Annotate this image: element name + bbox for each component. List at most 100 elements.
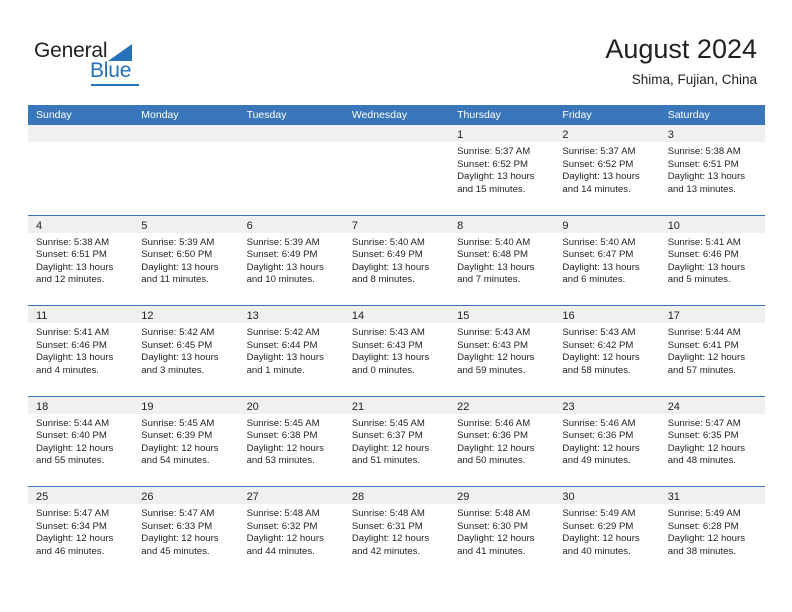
sunrise-text: Sunrise: 5:39 AM (246, 236, 320, 248)
daylight-text-line1: Daylight: 13 hours (562, 171, 640, 183)
day-number-band: 30 (554, 487, 660, 504)
calendar-day-cell[interactable]: 6 Sunrise: 5:39 AM Sunset: 6:49 PM Daylight… (238, 215, 344, 306)
calendar-day-cell[interactable]: 12 Sunrise: 5:42 AM Sunset: 6:45 PM Dayligh… (133, 306, 239, 396)
sunset-text: Sunset: 6:49 PM (351, 249, 423, 261)
daylight-text-line1: Daylight: 12 hours (36, 442, 114, 454)
calendar-day-cell[interactable]: 9 Sunrise: 5:40 AM Sunset: 6:47 PM Daylight… (554, 215, 660, 306)
calendar-day-cell[interactable]: 14 Sunrise: 5:43 AM Sunset: 6:43 PM Dayligh… (343, 306, 450, 396)
calendar-day-cell[interactable]: 16 Sunrise: 5:43 AM Sunset: 6:42 PM Dayligh… (554, 306, 660, 396)
calendar-day-cell[interactable]: 4 Sunrise: 5:38 AM Sunset: 6:51 PM Daylight… (28, 215, 134, 306)
calendar-week-row: 25 Sunrise: 5:47 AM Sunset: 6:34 PM Dayligh… (28, 486, 765, 577)
day-number: 29 (457, 491, 470, 503)
sunrise-text: Sunrise: 5:39 AM (141, 236, 215, 248)
day-number: 26 (141, 491, 154, 503)
weekday-saturday: Saturday (667, 109, 710, 121)
sunset-text: Sunset: 6:48 PM (457, 249, 529, 261)
calendar-day-cell[interactable]: 20 Sunrise: 5:45 AM Sunset: 6:38 PM Dayligh… (238, 396, 344, 487)
daylight-text-line2: and 10 minutes. (246, 274, 315, 286)
daylight-text-line2: and 55 minutes. (36, 455, 105, 467)
sunrise-text: Sunrise: 5:40 AM (351, 236, 425, 248)
day-sun-info: Sunrise: 5:49 AM Sunset: 6:29 PM Daylight:… (554, 504, 659, 558)
day-number-band: 24 (659, 396, 765, 414)
daylight-text-line1: Daylight: 12 hours (457, 533, 535, 545)
calendar-day-empty (238, 125, 344, 215)
day-number-band: 8 (449, 215, 555, 233)
day-number-band: 17 (659, 306, 765, 323)
sunrise-text: Sunrise: 5:44 AM (667, 327, 741, 338)
day-number: 31 (667, 491, 680, 503)
daylight-text-line2: and 11 minutes. (141, 274, 209, 286)
day-number: 16 (562, 310, 575, 322)
calendar-week-row: 1 Sunrise: 5:37 AM Sunset: 6:52 PM Daylight… (28, 125, 765, 215)
daylight-text-line1: Daylight: 13 hours (351, 352, 430, 364)
location-subtitle: Shima, Fujian, China (631, 72, 757, 87)
calendar-day-cell[interactable]: 18 Sunrise: 5:44 AM Sunset: 6:40 PM Dayligh… (28, 396, 134, 487)
calendar-day-cell[interactable]: 23 Sunrise: 5:46 AM Sunset: 6:36 PM Dayligh… (554, 396, 660, 487)
calendar-day-cell[interactable]: 1 Sunrise: 5:37 AM Sunset: 6:52 PM Daylight… (449, 125, 555, 215)
sunrise-text: Sunrise: 5:40 AM (457, 236, 531, 248)
day-number-band (343, 125, 450, 142)
calendar-day-cell[interactable]: 24 Sunrise: 5:47 AM Sunset: 6:35 PM Dayligh… (659, 396, 765, 487)
day-sun-info: Sunrise: 5:37 AM Sunset: 6:52 PM Daylight:… (554, 142, 659, 196)
sunset-text: Sunset: 6:42 PM (562, 339, 634, 351)
sunset-text: Sunset: 6:40 PM (36, 430, 107, 442)
calendar-day-empty (343, 125, 450, 215)
day-number-band: 7 (343, 215, 450, 233)
day-number: 8 (457, 219, 464, 232)
calendar-day-cell[interactable]: 25 Sunrise: 5:47 AM Sunset: 6:34 PM Dayligh… (28, 487, 134, 577)
daylight-text-line2: and 44 minutes. (246, 545, 315, 557)
daylight-text-line1: Daylight: 12 hours (562, 442, 640, 454)
day-number-band: 16 (554, 306, 660, 323)
calendar-day-cell[interactable]: 17 Sunrise: 5:44 AM Sunset: 6:41 PM Dayligh… (659, 306, 765, 396)
calendar-day-cell[interactable]: 15 Sunrise: 5:43 AM Sunset: 6:43 PM Dayligh… (449, 306, 555, 396)
weekday-monday: Monday (141, 109, 179, 121)
calendar-day-cell[interactable]: 2 Sunrise: 5:37 AM Sunset: 6:52 PM Daylight… (554, 125, 660, 215)
sunset-text: Sunset: 6:34 PM (36, 520, 107, 532)
sunrise-text: Sunrise: 5:48 AM (457, 508, 531, 519)
daylight-text-line2: and 51 minutes. (351, 455, 421, 467)
daylight-text-line2: and 42 minutes. (351, 545, 421, 557)
sunset-text: Sunset: 6:41 PM (667, 339, 739, 351)
calendar-day-cell[interactable]: 13 Sunrise: 5:42 AM Sunset: 6:44 PM Dayligh… (238, 306, 344, 396)
calendar-day-cell[interactable]: 21 Sunrise: 5:45 AM Sunset: 6:37 PM Dayligh… (343, 396, 450, 487)
calendar-day-cell[interactable]: 5 Sunrise: 5:39 AM Sunset: 6:50 PM Daylight… (133, 215, 239, 306)
calendar-week-row: 11 Sunrise: 5:41 AM Sunset: 6:46 PM Dayligh… (28, 305, 765, 396)
calendar-day-cell[interactable]: 30 Sunrise: 5:49 AM Sunset: 6:29 PM Dayligh… (554, 487, 660, 577)
sunset-text: Sunset: 6:36 PM (457, 430, 529, 442)
day-number-band: 23 (554, 396, 660, 414)
calendar-day-cell[interactable]: 19 Sunrise: 5:45 AM Sunset: 6:39 PM Dayligh… (133, 396, 239, 487)
sunrise-text: Sunrise: 5:48 AM (246, 508, 320, 519)
calendar-day-cell[interactable]: 31 Sunrise: 5:49 AM Sunset: 6:28 PM Dayligh… (659, 487, 765, 577)
calendar-day-cell[interactable]: 29 Sunrise: 5:48 AM Sunset: 6:30 PM Dayligh… (449, 487, 555, 577)
calendar-day-cell[interactable]: 10 Sunrise: 5:41 AM Sunset: 6:46 PM Dayligh… (659, 215, 765, 306)
day-sun-info: Sunrise: 5:45 AM Sunset: 6:39 PM Daylight:… (133, 414, 238, 468)
sunset-text: Sunset: 6:39 PM (141, 430, 213, 442)
daylight-text-line2: and 4 minutes. (36, 364, 99, 376)
day-number-band (238, 125, 344, 142)
day-sun-info: Sunrise: 5:48 AM Sunset: 6:30 PM Daylight:… (449, 504, 554, 558)
day-number-band: 21 (343, 396, 450, 414)
sunset-text: Sunset: 6:32 PM (246, 520, 318, 532)
daylight-text-line2: and 14 minutes. (562, 183, 631, 195)
calendar-day-cell[interactable]: 28 Sunrise: 5:48 AM Sunset: 6:31 PM Dayligh… (343, 487, 450, 577)
daylight-text-line2: and 54 minutes. (141, 455, 210, 467)
calendar-day-cell[interactable]: 3 Sunrise: 5:38 AM Sunset: 6:51 PM Daylight… (659, 125, 765, 215)
sunset-text: Sunset: 6:52 PM (562, 158, 634, 170)
sunset-text: Sunset: 6:51 PM (36, 249, 107, 261)
calendar-day-cell[interactable]: 7 Sunrise: 5:40 AM Sunset: 6:49 PM Daylight… (343, 215, 450, 306)
logo-underline (91, 84, 139, 86)
calendar-day-cell[interactable]: 27 Sunrise: 5:48 AM Sunset: 6:32 PM Dayligh… (238, 487, 344, 577)
calendar-weeks: 1 Sunrise: 5:37 AM Sunset: 6:52 PM Daylight… (28, 125, 765, 577)
daylight-text-line2: and 46 minutes. (36, 545, 105, 557)
calendar-day-cell[interactable]: 26 Sunrise: 5:47 AM Sunset: 6:33 PM Dayligh… (133, 487, 239, 577)
calendar-day-cell[interactable]: 22 Sunrise: 5:46 AM Sunset: 6:36 PM Dayligh… (449, 396, 555, 487)
daylight-text-line2: and 8 minutes. (351, 274, 415, 286)
daylight-text-line2: and 49 minutes. (562, 455, 631, 467)
calendar-day-cell[interactable]: 11 Sunrise: 5:41 AM Sunset: 6:46 PM Dayligh… (28, 306, 134, 396)
day-number: 19 (141, 400, 154, 413)
day-number-band: 25 (28, 487, 134, 504)
day-number-band (28, 125, 134, 142)
weekday-friday: Friday (562, 109, 592, 121)
sunrise-text: Sunrise: 5:44 AM (36, 417, 110, 429)
calendar-day-cell[interactable]: 8 Sunrise: 5:40 AM Sunset: 6:48 PM Daylight… (449, 215, 555, 306)
